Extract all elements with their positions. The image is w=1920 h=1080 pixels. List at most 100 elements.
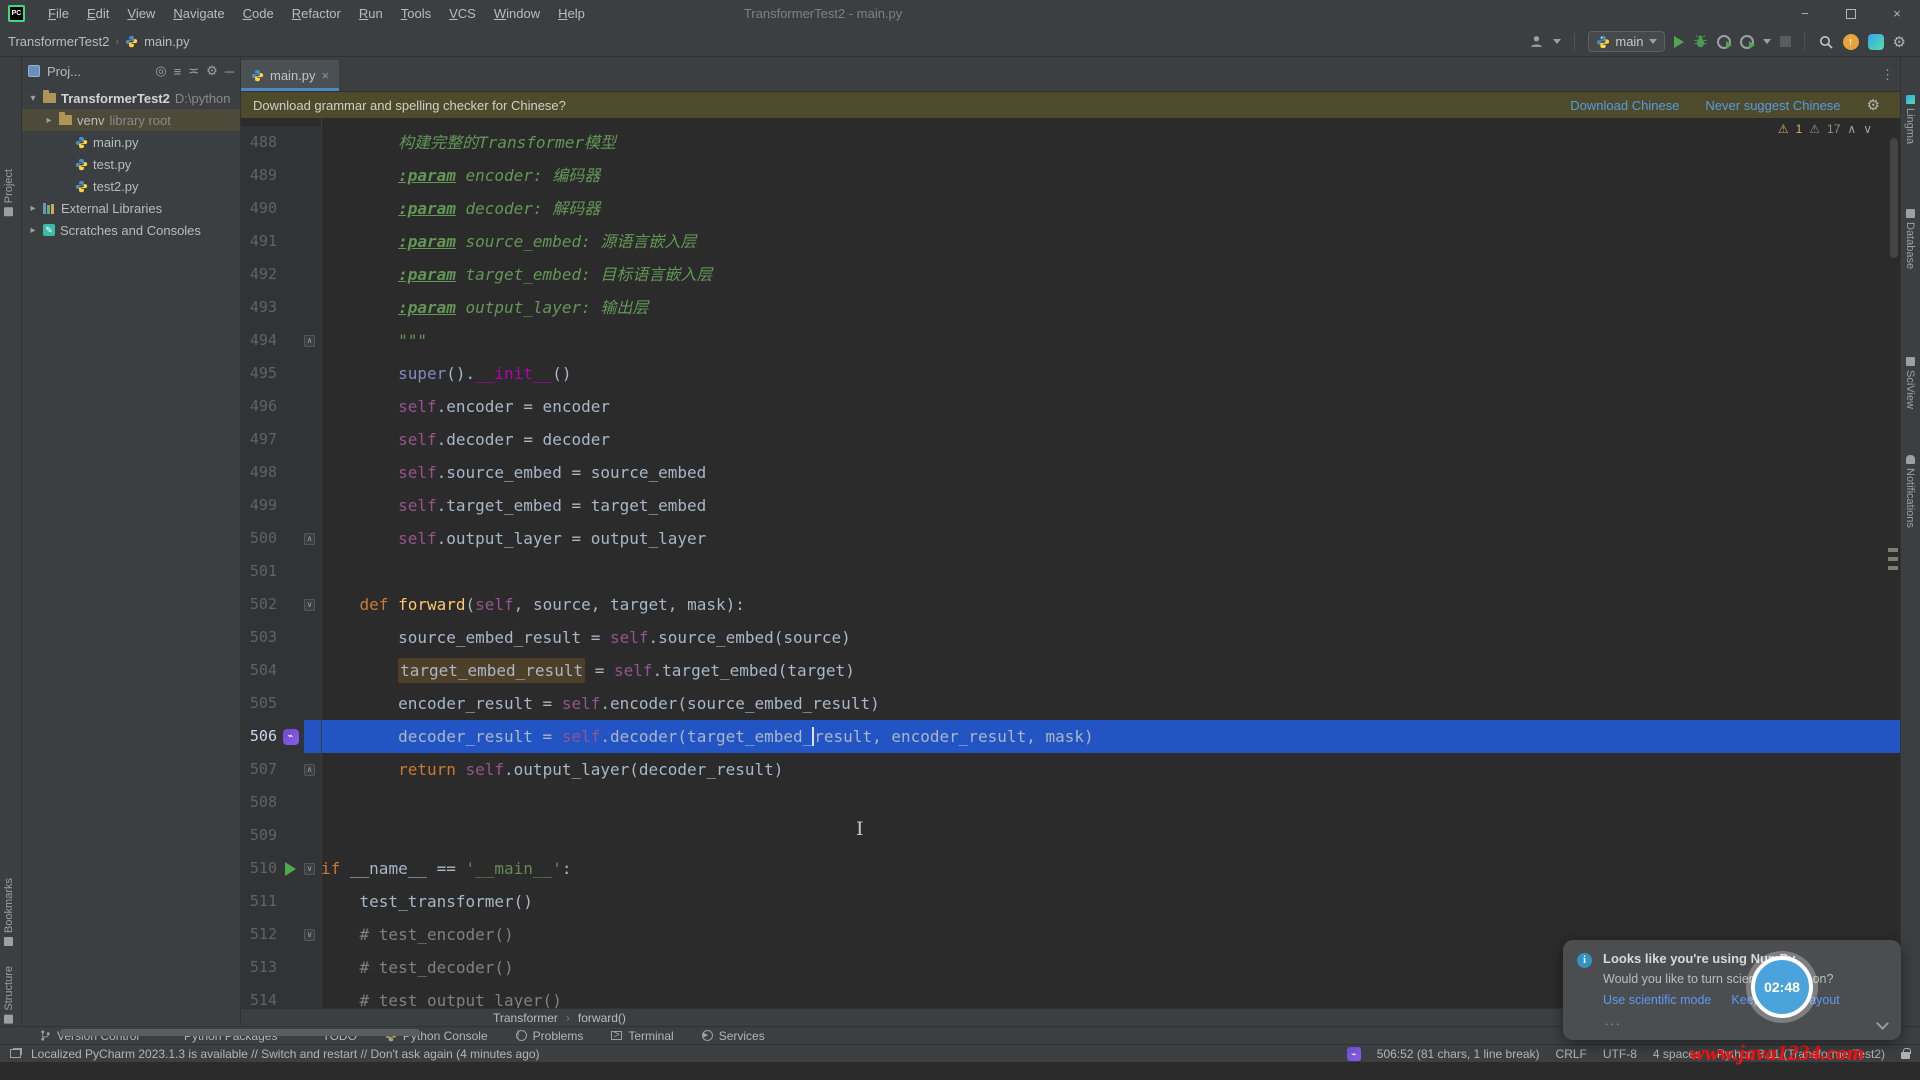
tree-item-venv[interactable]: ▸venvlibrary root (22, 109, 240, 131)
search-icon[interactable] (1818, 34, 1834, 50)
expand-all-icon[interactable]: ≡ (174, 64, 182, 79)
tool-button-notifications[interactable]: Notifications (1904, 455, 1916, 528)
fold-marker[interactable]: ∧ (304, 753, 321, 786)
code-line[interactable]: 498self.source_embed = source_embed (241, 456, 1900, 489)
minimize-button[interactable]: − (1782, 0, 1828, 27)
code-line[interactable]: 510∨if __name__ == '__main__': (241, 852, 1900, 885)
maximize-button[interactable] (1828, 0, 1874, 27)
code-line[interactable]: 496self.encoder = encoder (241, 390, 1900, 423)
line-number[interactable]: 502 (241, 588, 277, 621)
line-number[interactable]: 490 (241, 192, 277, 225)
line-number[interactable]: 494 (241, 324, 277, 357)
breadcrumb-item[interactable]: main.py (144, 34, 190, 49)
code-line[interactable]: 509 (241, 819, 1900, 852)
code-line[interactable]: 493:param output_layer: 输出层 (241, 291, 1900, 324)
tree-item-scratches-and-consoles[interactable]: ▸✎Scratches and Consoles (22, 219, 240, 241)
run-line-gutter[interactable] (277, 852, 304, 885)
breadcrumb-item[interactable]: Transformer (493, 1011, 558, 1025)
line-number[interactable]: 504 (241, 654, 277, 687)
line-number[interactable]: 508 (241, 786, 277, 819)
fold-marker[interactable]: ∨ (304, 588, 321, 621)
editor-scrollbar[interactable] (1890, 138, 1898, 258)
tool-window-button-problems[interactable]: !Problems (516, 1029, 584, 1043)
line-number[interactable]: 492 (241, 258, 277, 291)
line-number[interactable]: 488 (241, 126, 277, 159)
file-encoding[interactable]: UTF-8 (1603, 1047, 1637, 1061)
code-line[interactable]: 504target_embed_result = self.target_emb… (241, 654, 1900, 687)
lingma-ai-icon[interactable]: ⌁ (283, 729, 299, 745)
readonly-lock-icon[interactable] (1901, 1052, 1910, 1059)
fold-marker[interactable]: ∨ (304, 852, 321, 885)
code-line[interactable]: 505encoder_result = self.encoder(source_… (241, 687, 1900, 720)
fold-marker[interactable]: ∧ (304, 522, 321, 555)
line-number[interactable]: 496 (241, 390, 277, 423)
line-number[interactable]: 513 (241, 951, 277, 984)
code-line[interactable]: 508 (241, 786, 1900, 819)
tree-item-test-py[interactable]: test.py (22, 153, 240, 175)
fold-down-icon[interactable]: ∨ (304, 929, 315, 941)
code-line[interactable]: 495super().__init__() (241, 357, 1900, 390)
banner-settings-icon[interactable]: ⚙ (1867, 96, 1880, 114)
run-configuration-select[interactable]: main (1588, 31, 1664, 52)
code-line[interactable]: 506⌁decoder_result = self.decoder(target… (241, 720, 1900, 753)
menu-item-vcs[interactable]: VCS (440, 6, 485, 21)
lingma-status-icon[interactable]: ⌁ (1347, 1047, 1361, 1061)
breadcrumb-item[interactable]: forward() (578, 1011, 626, 1025)
toolwindow-toggle-icon[interactable] (10, 1049, 21, 1058)
more-run-options-icon[interactable] (1763, 39, 1771, 44)
status-message[interactable]: Localized PyCharm 2023.1.3 is available … (31, 1047, 540, 1061)
tree-item-test2-py[interactable]: test2.py (22, 175, 240, 197)
line-number[interactable]: 511 (241, 885, 277, 918)
line-number[interactable]: 506 (241, 720, 277, 753)
code-line[interactable]: 488构建完整的Transformer模型 (241, 126, 1900, 159)
hide-panel-icon[interactable]: ─ (225, 64, 234, 79)
tree-item-main-py[interactable]: main.py (22, 131, 240, 153)
project-panel-title[interactable]: Proj... (47, 64, 81, 79)
banner-action-download[interactable]: Download Chinese (1570, 98, 1679, 113)
collapse-all-icon[interactable]: ≍ (188, 63, 199, 79)
code-editor[interactable]: ⚠1 ⚠17 ∧ ∨ I 488构建完整的Transformer模型489:pa… (241, 118, 1900, 1008)
fold-down-icon[interactable]: ∨ (304, 863, 315, 875)
ai-gutter[interactable]: ⌁ (277, 720, 304, 753)
menu-item-navigate[interactable]: Navigate (164, 6, 233, 21)
lingma-plugin-icon[interactable] (1868, 34, 1884, 50)
code-line[interactable]: 507∧return self.output_layer(decoder_res… (241, 753, 1900, 786)
line-number[interactable]: 493 (241, 291, 277, 324)
line-number[interactable]: 507 (241, 753, 277, 786)
code-line[interactable]: 499self.target_embed = target_embed (241, 489, 1900, 522)
collapse-notification-icon[interactable] (1876, 1017, 1889, 1030)
update-icon[interactable]: ↑ (1843, 34, 1859, 50)
stop-button[interactable] (1780, 36, 1791, 47)
code-line[interactable]: 494∧""" (241, 324, 1900, 357)
close-tab-icon[interactable]: × (322, 68, 330, 83)
code-line[interactable]: 511test_transformer() (241, 885, 1900, 918)
run-arrow-icon[interactable] (285, 862, 296, 876)
tool-window-button-terminal[interactable]: >Terminal (611, 1029, 673, 1043)
tool-button-database[interactable]: Database (1904, 209, 1916, 269)
code-line[interactable]: 500∧self.output_layer = output_layer (241, 522, 1900, 555)
tool-button-bookmarks[interactable]: Bookmarks (3, 878, 15, 946)
chevron-right-icon[interactable]: ▸ (44, 115, 54, 126)
menu-item-run[interactable]: Run (350, 6, 392, 21)
caret-position[interactable]: 506:52 (81 chars, 1 line break) (1377, 1047, 1540, 1061)
code-line[interactable]: 501 (241, 555, 1900, 588)
code-line[interactable]: 503source_embed_result = self.source_emb… (241, 621, 1900, 654)
chevron-right-icon[interactable]: ▸ (28, 225, 38, 236)
line-number[interactable]: 505 (241, 687, 277, 720)
line-number[interactable]: 489 (241, 159, 277, 192)
banner-action-never[interactable]: Never suggest Chinese (1705, 98, 1840, 113)
chevron-down-icon[interactable]: ▾ (28, 93, 38, 104)
line-number[interactable]: 498 (241, 456, 277, 489)
line-number[interactable]: 510 (241, 852, 277, 885)
menu-item-code[interactable]: Code (234, 6, 283, 21)
line-number[interactable]: 499 (241, 489, 277, 522)
breadcrumb-item[interactable]: TransformerTest2 (8, 34, 109, 49)
profiler-button[interactable] (1717, 35, 1731, 49)
tool-window-button-services[interactable]: ▸Services (702, 1029, 765, 1043)
line-number[interactable]: 512 (241, 918, 277, 951)
line-number[interactable]: 491 (241, 225, 277, 258)
tab-main-py[interactable]: main.py × (241, 60, 339, 91)
menu-item-refactor[interactable]: Refactor (283, 6, 350, 21)
locate-file-icon[interactable]: ◎ (155, 63, 166, 79)
tool-button-lingma[interactable]: Lingma (1904, 95, 1916, 144)
